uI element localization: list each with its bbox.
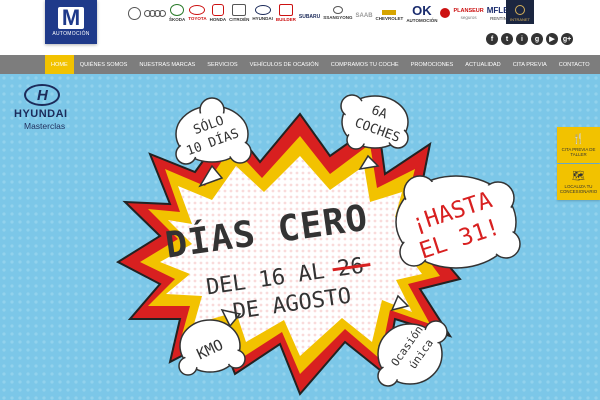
brand-toyota-label: TOYOTA xyxy=(188,16,207,21)
comic-artwork: SÓLO 10 DÍAS 6A COCHES ¡HASTA EL 31! KMO… xyxy=(115,94,521,396)
brand-chevrolet[interactable]: CHEVROLET xyxy=(375,2,404,24)
nav-contacto[interactable]: CONTACTO xyxy=(553,55,596,74)
intranet-logo[interactable]: INTRANET xyxy=(506,0,534,24)
cita-previa-taller-button[interactable]: 🍴 CITA PREVIA DE TALLER xyxy=(557,127,600,163)
youtube-icon[interactable]: ▶ xyxy=(546,33,558,45)
intranet-label: INTRANET xyxy=(510,17,530,22)
main-nav: HOME QUIÉNES SOMOS NUESTRAS MARCAS SERVI… xyxy=(0,55,600,74)
planseur-sub: seguros xyxy=(460,14,477,20)
brand-citroen[interactable]: CITROËN xyxy=(229,2,249,24)
ok-text: OK xyxy=(412,2,432,18)
brand-hyundai[interactable]: HYUNDAI xyxy=(252,2,273,24)
nav-cita-previa[interactable]: CITA PREVIA xyxy=(507,55,553,74)
brand-saab[interactable]: SAAB xyxy=(356,2,373,24)
nav-home[interactable]: HOME xyxy=(45,55,74,74)
brand-honda-label: HONDA xyxy=(209,17,227,22)
nav-nuestras-marcas[interactable]: NUESTRAS MARCAS xyxy=(133,55,201,74)
social-links: f t i g ▶ g+ xyxy=(486,33,573,45)
brand-ssangyong-label: SSANGYONG xyxy=(323,15,353,20)
brand-planseur[interactable] xyxy=(440,2,451,24)
brand-audi[interactable] xyxy=(144,2,166,24)
logo-letter: M xyxy=(58,7,84,29)
brand-citroen-label: CITROËN xyxy=(229,17,250,22)
page: M AUTOMOCIÓN ŠKODA TOYOTA HONDA CITROËN … xyxy=(0,0,600,400)
facebook-icon[interactable]: f xyxy=(486,33,498,45)
cita-previa-taller-label: CITA PREVIA DE TALLER xyxy=(561,146,596,157)
instagram-icon[interactable]: i xyxy=(516,33,528,45)
utensils-icon: 🍴 xyxy=(572,133,585,145)
brand-ssangyong[interactable]: SSANGYONG xyxy=(323,2,353,24)
nav-servicios[interactable]: SERVICIOS xyxy=(201,55,243,74)
map-icon: 🗺 xyxy=(572,170,585,182)
promo-banner[interactable]: HYUNDAI Masterclas SÓLO 10 DÍAS xyxy=(0,74,600,400)
nav-actualidad[interactable]: ACTUALIDAD xyxy=(459,55,506,74)
google-plus-icon[interactable]: g+ xyxy=(561,33,573,45)
ok-sub: AUTOMOCIÓN xyxy=(406,17,438,23)
brand-saab-label: SAAB xyxy=(355,13,373,19)
logo-subtitle: AUTOMOCIÓN xyxy=(52,31,90,37)
brand-planseur-text[interactable]: PLANSEUR seguros xyxy=(453,2,483,24)
brand-volkswagen[interactable] xyxy=(128,2,141,24)
brand-honda[interactable]: HONDA xyxy=(209,2,227,24)
site-logo[interactable]: M AUTOMOCIÓN xyxy=(45,0,97,44)
nav-promociones[interactable]: PROMOCIONES xyxy=(405,55,460,74)
nav-vehiculos-ocasion[interactable]: VEHÍCULOS DE OCASIÓN xyxy=(244,55,325,74)
twitter-icon[interactable]: t xyxy=(501,33,513,45)
brand-skoda-label: ŠKODA xyxy=(169,17,186,22)
planseur-text: PLANSEUR xyxy=(453,7,484,14)
brand-ok[interactable]: OK AUTOMOCIÓN xyxy=(406,2,437,24)
brand-subaru[interactable]: SUBARU xyxy=(299,2,320,24)
localiza-concesionario-button[interactable]: 🗺 LOCALIZA TU CONCESIONARIO xyxy=(557,164,600,200)
nav-compramos-coche[interactable]: COMPRAMOS TU COCHE xyxy=(325,55,405,74)
brand-subaru-label: SUBARU xyxy=(298,14,321,20)
nav-quienes-somos[interactable]: QUIÉNES SOMOS xyxy=(74,55,134,74)
header: M AUTOMOCIÓN ŠKODA TOYOTA HONDA CITROËN … xyxy=(0,0,600,55)
brand-hyundai-label: HYUNDAI xyxy=(252,16,273,21)
brand-skoda[interactable]: ŠKODA xyxy=(169,2,185,24)
brand-bar: ŠKODA TOYOTA HONDA CITROËN HYUNDAI BUILD… xyxy=(128,2,514,24)
brand-chevrolet-label: CHEVROLET xyxy=(375,15,404,21)
brand-toyota[interactable]: TOYOTA xyxy=(188,2,207,24)
brand-builder-label: BUILDER xyxy=(275,17,296,22)
google-icon[interactable]: g xyxy=(531,33,543,45)
bubble-hasta-el-31: ¡HASTA EL 31! xyxy=(395,175,521,269)
brand-builder[interactable]: BUILDER xyxy=(276,2,296,24)
localiza-concesionario-label: LOCALIZA TU CONCESIONARIO xyxy=(559,183,598,194)
